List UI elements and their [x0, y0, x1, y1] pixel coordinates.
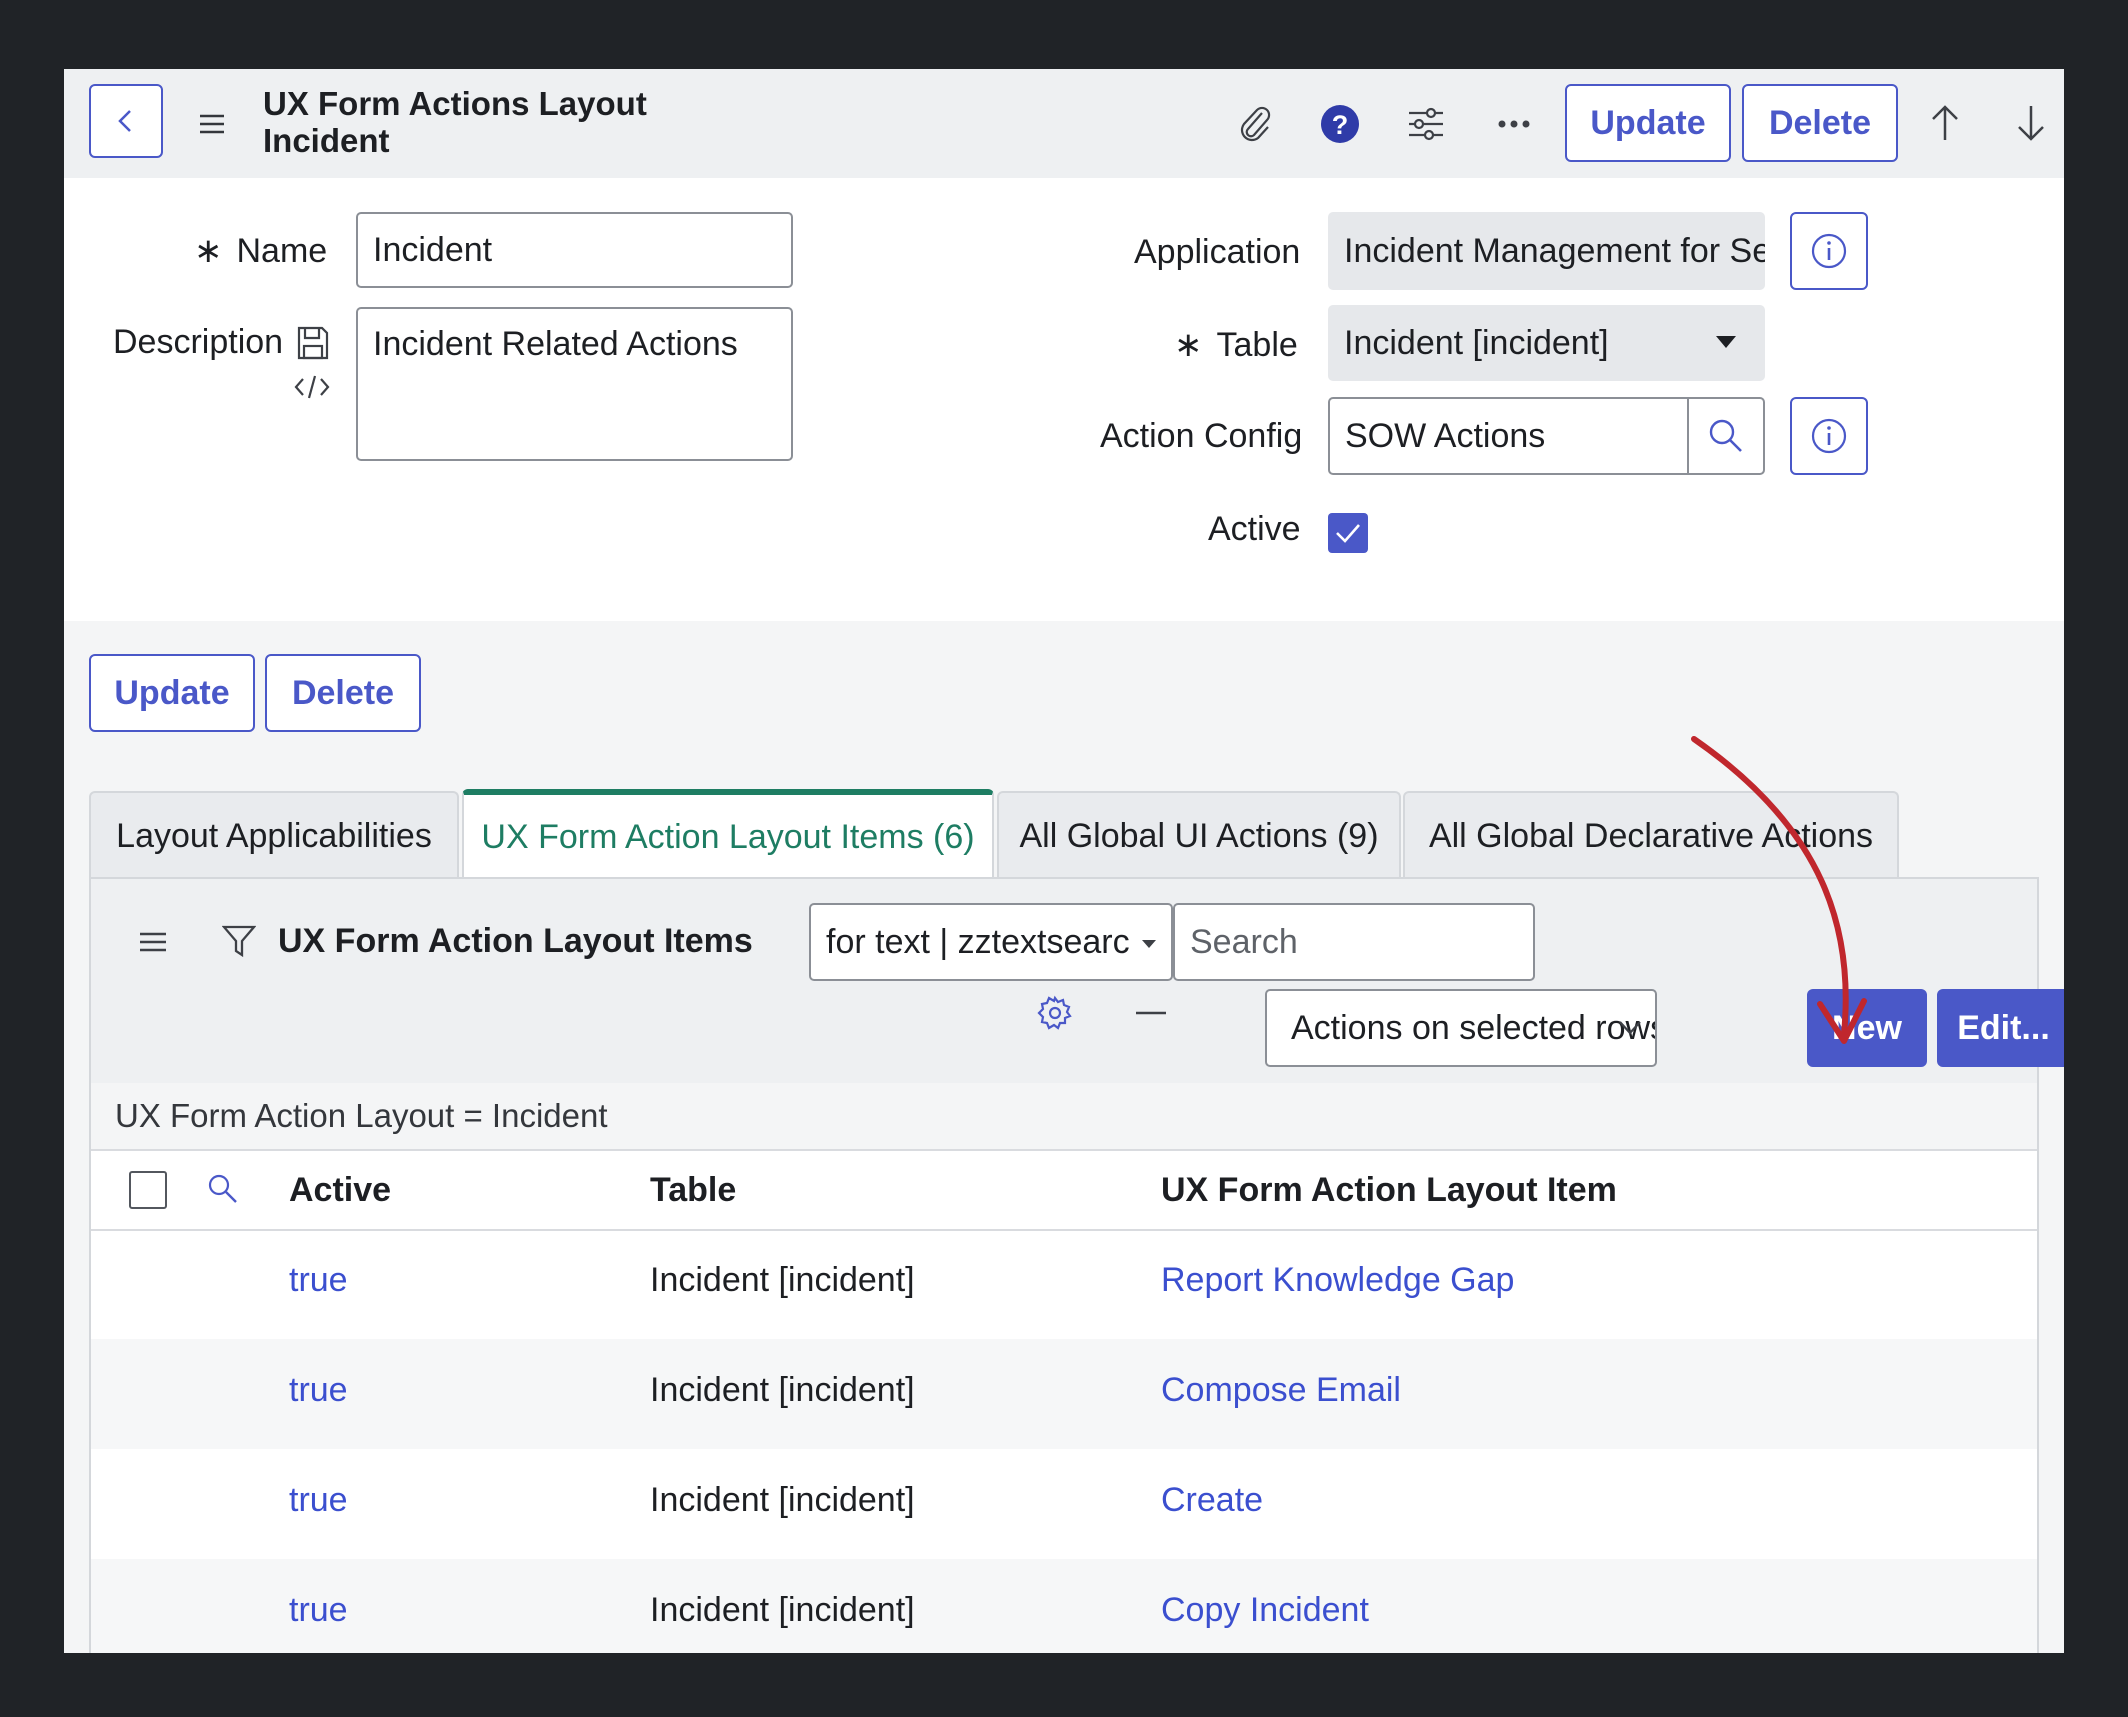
form-window: UX Form Actions Layout Incident ? Update… [64, 69, 2064, 1653]
annotation-arrow [1691, 736, 1867, 1044]
